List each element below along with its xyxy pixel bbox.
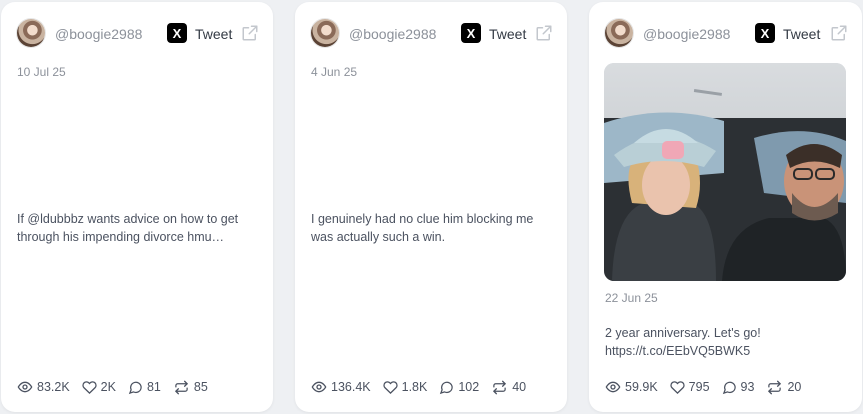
tweet-text: If @ldubbbz wants advice on how to get t… xyxy=(17,212,239,244)
tweet-header: @boogie2988 X Tweet xyxy=(605,18,848,48)
comment-icon xyxy=(128,381,142,394)
replies-stat[interactable]: 102 xyxy=(439,380,479,395)
tweet-card: @boogie2988 X Tweet 10 Jul 25 If @ldubbb… xyxy=(1,2,273,412)
likes-count: 2K xyxy=(100,380,116,394)
tweet-photo[interactable] xyxy=(604,63,846,281)
replies-count: 102 xyxy=(458,380,480,394)
x-logo-icon: X xyxy=(167,23,187,43)
tweet-card: @boogie2988 X Tweet 4 Jun 25 I genuinely… xyxy=(295,2,567,412)
retweet-icon xyxy=(768,380,782,394)
tweet-date: 10 Jul 25 xyxy=(17,65,66,79)
views-count: 59.9K xyxy=(625,380,658,394)
x-logo-icon: X xyxy=(755,23,775,43)
comment-icon xyxy=(722,381,736,394)
views-count: 136.4K xyxy=(331,380,371,394)
tweet-stats: 136.4K 1.8K 102 40 xyxy=(311,378,538,396)
tweet-date: 4 Jun 25 xyxy=(311,65,358,79)
likes-count: 795 xyxy=(688,380,710,394)
retweets-count: 40 xyxy=(512,380,527,394)
couple-selfie-image xyxy=(604,63,846,281)
x-logo-icon: X xyxy=(461,23,481,43)
tweet-link-label[interactable]: Tweet xyxy=(195,26,232,42)
tweet-card: @boogie2988 X Tweet 22 Jun 25 2 year ann… xyxy=(589,2,862,412)
retweets-count: 20 xyxy=(787,380,802,394)
tweet-link-label[interactable]: Tweet xyxy=(489,26,526,42)
views-stat: 83.2K xyxy=(17,379,70,395)
replies-count: 81 xyxy=(146,380,161,394)
retweets-stat[interactable]: 20 xyxy=(766,380,801,395)
tweet-stats: 59.9K 795 93 20 xyxy=(605,378,813,396)
tweet-text: I genuinely had no clue him blocking me … xyxy=(311,212,534,244)
retweets-count: 85 xyxy=(193,380,208,394)
heart-icon xyxy=(82,380,97,394)
author-handle[interactable]: @boogie2988 xyxy=(55,26,142,42)
retweets-stat[interactable]: 85 xyxy=(173,380,208,395)
heart-icon xyxy=(670,380,685,394)
replies-count: 93 xyxy=(740,380,755,394)
avatar[interactable] xyxy=(311,19,339,47)
views-count: 83.2K xyxy=(37,380,70,394)
tweet-stats: 83.2K 2K 81 85 xyxy=(17,378,220,396)
tweet-date: 22 Jun 25 xyxy=(605,291,658,305)
author-handle[interactable]: @boogie2988 xyxy=(643,26,730,42)
eye-icon xyxy=(311,381,327,393)
eye-icon xyxy=(17,381,33,393)
avatar[interactable] xyxy=(17,19,45,47)
views-stat: 59.9K xyxy=(605,379,658,395)
eye-icon xyxy=(605,381,621,393)
likes-stat[interactable]: 1.8K xyxy=(383,380,428,395)
likes-stat[interactable]: 2K xyxy=(82,380,116,395)
replies-stat[interactable]: 93 xyxy=(722,380,755,395)
tweet-header: @boogie2988 X Tweet xyxy=(311,18,553,48)
avatar[interactable] xyxy=(605,19,633,47)
retweets-stat[interactable]: 40 xyxy=(491,380,526,395)
author-handle[interactable]: @boogie2988 xyxy=(349,26,436,42)
comment-icon xyxy=(440,381,454,394)
replies-stat[interactable]: 81 xyxy=(128,380,161,395)
likes-count: 1.8K xyxy=(401,380,428,394)
external-link-icon[interactable] xyxy=(830,24,848,42)
heart-icon xyxy=(383,380,398,394)
tweet-text: 2 year anniversary. Let's go! https://t.… xyxy=(605,326,761,358)
external-link-icon[interactable] xyxy=(535,24,553,42)
retweet-icon xyxy=(175,380,188,394)
tweet-header: @boogie2988 X Tweet xyxy=(17,18,259,48)
tweet-link-label[interactable]: Tweet xyxy=(783,26,820,42)
external-link-icon[interactable] xyxy=(241,24,259,42)
views-stat: 136.4K xyxy=(311,379,371,395)
retweet-icon xyxy=(493,380,506,394)
likes-stat[interactable]: 795 xyxy=(670,380,710,395)
